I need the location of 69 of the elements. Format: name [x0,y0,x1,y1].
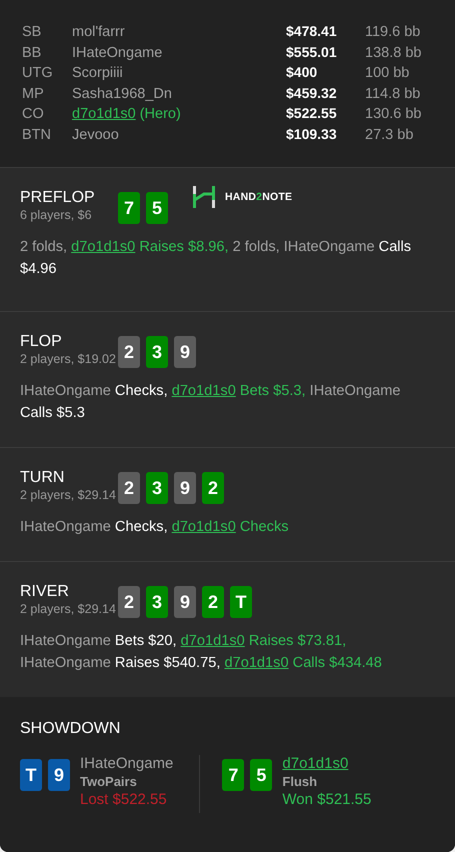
playing-card: 5 [146,192,168,224]
street-title: FLOP [20,332,63,352]
position-label: MP [22,86,45,102]
playing-card: 2 [118,586,140,618]
hand-rank: TwoPairs [80,773,138,791]
result-amount: Won $521.55 [282,791,372,809]
stack-amount: $478.41 [286,23,338,39]
playing-card: 3 [146,586,168,618]
stack-amount: $400 [286,64,318,80]
playing-card: 7 [118,192,140,224]
showdown-title: SHOWDOWN [20,719,122,739]
hand-rank: Flush [282,773,318,791]
player-link[interactable]: d7o1d1s0 [71,239,136,255]
playing-card: 7 [222,759,244,791]
player-link[interactable]: d7o1d1s0 [172,519,236,535]
logo-icon [193,186,215,208]
action-text: IHateOngame Checks, d7o1d1s0 Bets $5.3, IHateOngame Calls $5.3 [20,382,402,423]
stack-bb: 119.6 bb [365,24,420,40]
street-info: 2 players, $19.02 [20,352,117,366]
action-text: IHateOngame Checks, d7o1d1s0 Checks [20,518,290,537]
player-name: IHateOngame [72,44,162,61]
playing-card: 2 [118,336,140,368]
street-info: 2 players, $29.14 [20,602,117,616]
playing-card: 9 [174,586,196,618]
action-text: IHateOngame Bets $20, d7o1d1s0 Raises $73.81, IHateOngame Raises $540.75, d7o1d1s0 Calls $434.48 [20,632,383,673]
playing-card: 9 [174,336,196,368]
player-name: mol'farrr [72,24,125,40]
position-label: BTN [22,126,52,143]
playing-card: 3 [146,336,168,368]
result-amount: Lost $522.55 [80,791,168,809]
position-label: UTG [22,65,54,82]
player-link[interactable]: d7o1d1s0 [180,633,245,649]
stack-amount: $555.01 [286,44,338,60]
street-info: 6 players, $6 [20,208,93,222]
player-link[interactable]: d7o1d1s0 [282,755,372,773]
player-name: Jevooo [72,126,119,143]
stack-bb: 27.3 bb [365,126,414,143]
hero-tag: (Hero) [140,106,181,122]
position-label: CO [22,106,45,122]
player-link[interactable]: d7o1d1s0 [224,655,289,671]
player-name: Scorpiiii [72,65,123,82]
stack-bb: 114.8 bb [365,86,420,102]
playing-card: 2 [202,586,224,618]
playing-card: T [230,586,252,618]
player-name: IHateOngame [80,755,174,773]
player-link[interactable]: d7o1d1s0 [172,383,236,399]
player-name: Sasha1968_Dn [72,86,172,102]
stack-bb: 100 bb [365,65,410,82]
playing-card: 9 [174,472,196,504]
logo-text: HAND2NOTE [225,191,292,203]
street-info: 2 players, $29.14 [20,488,117,502]
position-label: SB [22,24,42,40]
action-text: 2 folds, d7o1d1s0 Raises $8.96, 2 folds, IHateOngame Calls $4.96 [20,238,412,279]
playing-card: 3 [146,472,168,504]
playing-card: 2 [202,472,224,504]
stack-bb: 138.8 bb [365,44,422,61]
playing-card: 5 [250,759,272,791]
stack-bb: 130.6 bb [365,106,422,122]
street-title: RIVER [20,582,70,602]
stack-amount: $459.32 [286,84,338,101]
position-label: BB [22,44,42,61]
playing-card: T [20,759,42,791]
playing-card: 9 [48,759,70,791]
street-title: PREFLOP [20,188,96,208]
stack-amount: $522.55 [286,105,338,122]
stack-amount: $109.33 [286,126,338,142]
street-title: TURN [20,468,66,488]
player-link[interactable]: d7o1d1s0 [72,106,136,122]
playing-card: 2 [118,472,140,504]
